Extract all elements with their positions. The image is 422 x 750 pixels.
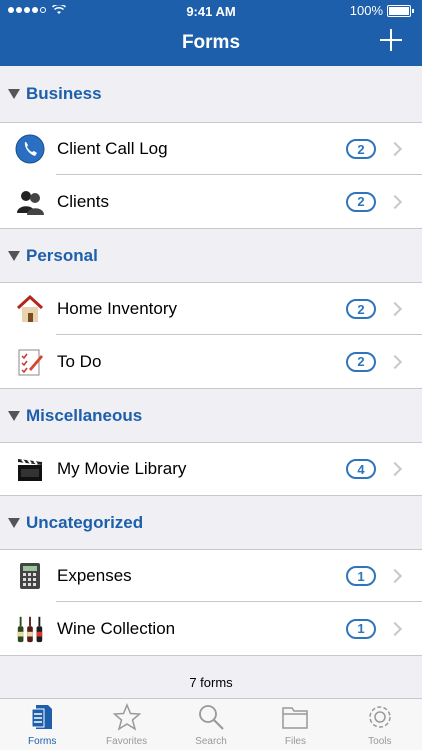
- record-count-badge: 2: [346, 299, 376, 319]
- form-row[interactable]: Client Call Log 2: [0, 122, 422, 175]
- search-icon: [197, 703, 225, 736]
- add-form-button[interactable]: [380, 29, 402, 51]
- section-header-miscellaneous[interactable]: Miscellaneous: [0, 388, 422, 442]
- tab-forms[interactable]: Forms: [0, 699, 84, 750]
- tab-label: Files: [284, 736, 306, 747]
- form-row[interactable]: Home Inventory 2: [0, 282, 422, 335]
- tab-search[interactable]: Search: [169, 699, 253, 750]
- gear-icon: [366, 703, 394, 736]
- form-row[interactable]: To Do 2: [0, 334, 422, 388]
- chevron-right-icon: [387, 354, 403, 369]
- chevron-right-icon: [387, 568, 403, 584]
- tab-label: Tools: [368, 736, 392, 747]
- form-name: Wine Collection: [57, 618, 176, 638]
- collapse-triangle-icon[interactable]: [8, 517, 20, 528]
- chevron-right-icon: [387, 194, 403, 209]
- navigation-bar: 9:41 AM 100% Forms: [0, 0, 422, 66]
- house-icon: [15, 294, 45, 324]
- page-title: Forms: [181, 32, 241, 53]
- folder-icon: [281, 703, 309, 736]
- wine-bottles-icon: [15, 614, 45, 644]
- form-row[interactable]: Wine Collection 1: [0, 601, 422, 655]
- form-row[interactable]: Clients 2: [0, 174, 422, 228]
- record-count-badge: 2: [346, 351, 376, 372]
- section-header-business[interactable]: Business: [0, 66, 422, 122]
- people-icon: [15, 187, 45, 217]
- tab-bar: Forms Favorites Search Files Tools: [0, 698, 422, 750]
- collapse-triangle-icon[interactable]: [8, 410, 20, 421]
- form-name: Expenses: [57, 566, 132, 585]
- collapse-triangle-icon[interactable]: [8, 89, 20, 99]
- forms-icon: [28, 703, 56, 736]
- tab-label: Search: [195, 736, 227, 747]
- tab-tools[interactable]: Tools: [338, 699, 422, 750]
- tab-favorites[interactable]: Favorites: [84, 699, 168, 750]
- chevron-right-icon: [387, 621, 403, 636]
- record-count-badge: 1: [346, 566, 376, 586]
- section-header-personal[interactable]: Personal: [0, 228, 422, 282]
- form-row[interactable]: Expenses 1: [0, 549, 422, 602]
- section-title: Business: [26, 84, 102, 103]
- form-name: My Movie Library: [57, 459, 187, 478]
- calculator-icon: [15, 561, 45, 591]
- battery-percentage: 100%: [349, 3, 383, 18]
- phone-icon: [15, 134, 45, 164]
- record-count-badge: 2: [346, 139, 376, 159]
- chevron-right-icon: [387, 461, 403, 477]
- section-title: Personal: [26, 245, 98, 265]
- record-count-badge: 2: [346, 191, 376, 212]
- chevron-right-icon: [387, 141, 403, 157]
- form-name: Home Inventory: [57, 299, 177, 318]
- section-title: Uncategorized: [26, 512, 144, 532]
- battery-icon: [387, 4, 411, 17]
- section-header-uncategorized[interactable]: Uncategorized: [0, 495, 422, 549]
- chevron-right-icon: [387, 301, 403, 317]
- tab-label: Favorites: [106, 736, 148, 747]
- form-name: To Do: [57, 351, 102, 371]
- form-row[interactable]: My Movie Library 4: [0, 442, 422, 495]
- clapperboard-icon: [15, 454, 45, 484]
- form-name: Clients: [57, 191, 109, 211]
- record-count-badge: 1: [346, 618, 376, 639]
- star-icon: [112, 703, 142, 736]
- collapse-triangle-icon[interactable]: [8, 250, 20, 261]
- record-count-badge: 4: [346, 459, 376, 479]
- status-bar: 9:41 AM 100%: [0, 0, 422, 22]
- forms-list: Business Client Call Log 2 Clients 2 Per…: [0, 66, 422, 709]
- form-name: Client Call Log: [57, 139, 168, 158]
- section-title: Miscellaneous: [26, 405, 143, 425]
- checklist-icon: [15, 347, 45, 377]
- tab-label: Forms: [28, 736, 57, 747]
- tab-files[interactable]: Files: [253, 699, 337, 750]
